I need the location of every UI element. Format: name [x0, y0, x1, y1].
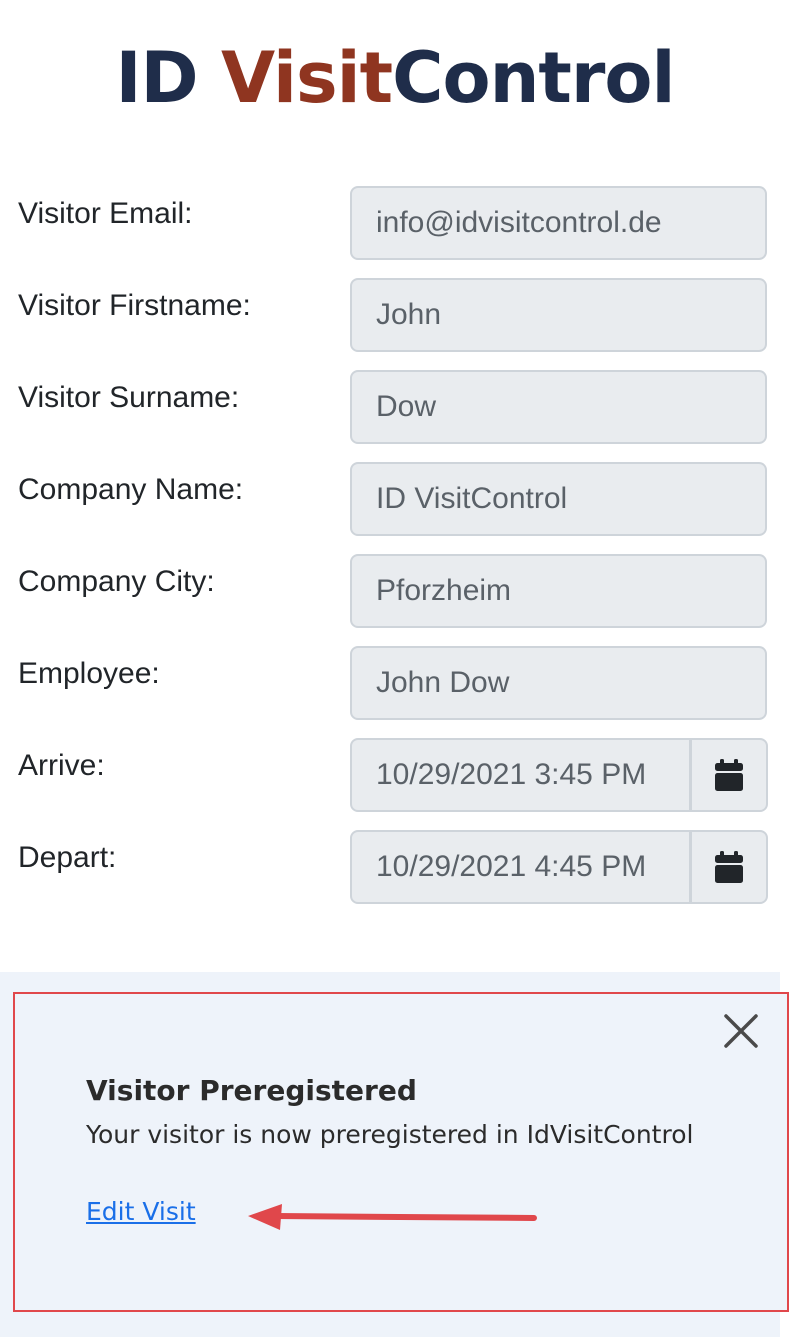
depart-label: Depart:: [18, 841, 117, 874]
calendar-icon: [715, 850, 743, 883]
visitor-email-field[interactable]: info@idvisitcontrol.de: [350, 186, 767, 260]
annotation-arrow-icon: [248, 1204, 537, 1230]
close-toast-button[interactable]: [720, 1010, 762, 1052]
depart-calendar-button[interactable]: [690, 830, 768, 904]
close-icon: [724, 1014, 758, 1048]
form-row-email: Visitor Email: info@idvisitcontrol.de: [0, 186, 790, 262]
form-row-company-name: Company Name: ID VisitControl: [0, 462, 790, 538]
employee-label: Employee:: [18, 657, 160, 690]
toast-title: Visitor Preregistered: [86, 1074, 417, 1107]
arrive-label: Arrive:: [18, 749, 105, 782]
logo: ID VisitControl: [0, 38, 790, 118]
form-row-surname: Visitor Surname: Dow: [0, 370, 790, 446]
toast-message: Your visitor is now preregistered in IdV…: [86, 1120, 694, 1149]
visitor-surname-field[interactable]: Dow: [350, 370, 767, 444]
company-city-label: Company City:: [18, 565, 215, 598]
form-row-employee: Employee: John Dow: [0, 646, 790, 722]
depart-datetime-field[interactable]: 10/29/2021 4:45 PM: [350, 830, 691, 904]
arrive-calendar-button[interactable]: [690, 738, 768, 812]
company-name-label: Company Name:: [18, 473, 244, 506]
arrive-datetime-field[interactable]: 10/29/2021 3:45 PM: [350, 738, 691, 812]
logo-part-visit: Visit: [221, 37, 393, 119]
calendar-icon: [715, 758, 743, 791]
logo-part-id: ID: [115, 37, 222, 119]
form-row-firstname: Visitor Firstname: John: [0, 278, 790, 354]
company-city-field[interactable]: Pforzheim: [350, 554, 767, 628]
company-name-field[interactable]: ID VisitControl: [350, 462, 767, 536]
visitor-email-label: Visitor Email:: [18, 197, 193, 230]
visitor-firstname-label: Visitor Firstname:: [18, 289, 251, 322]
form-row-arrive: Arrive: 10/29/2021 3:45 PM: [0, 738, 790, 814]
employee-field[interactable]: John Dow: [350, 646, 767, 720]
logo-part-control: Control: [392, 37, 675, 119]
form-row-company-city: Company City: Pforzheim: [0, 554, 790, 630]
form-row-depart: Depart: 10/29/2021 4:45 PM: [0, 830, 790, 906]
edit-visit-link[interactable]: Edit Visit: [86, 1194, 196, 1230]
visitor-surname-label: Visitor Surname:: [18, 381, 240, 414]
visitor-firstname-field[interactable]: John: [350, 278, 767, 352]
